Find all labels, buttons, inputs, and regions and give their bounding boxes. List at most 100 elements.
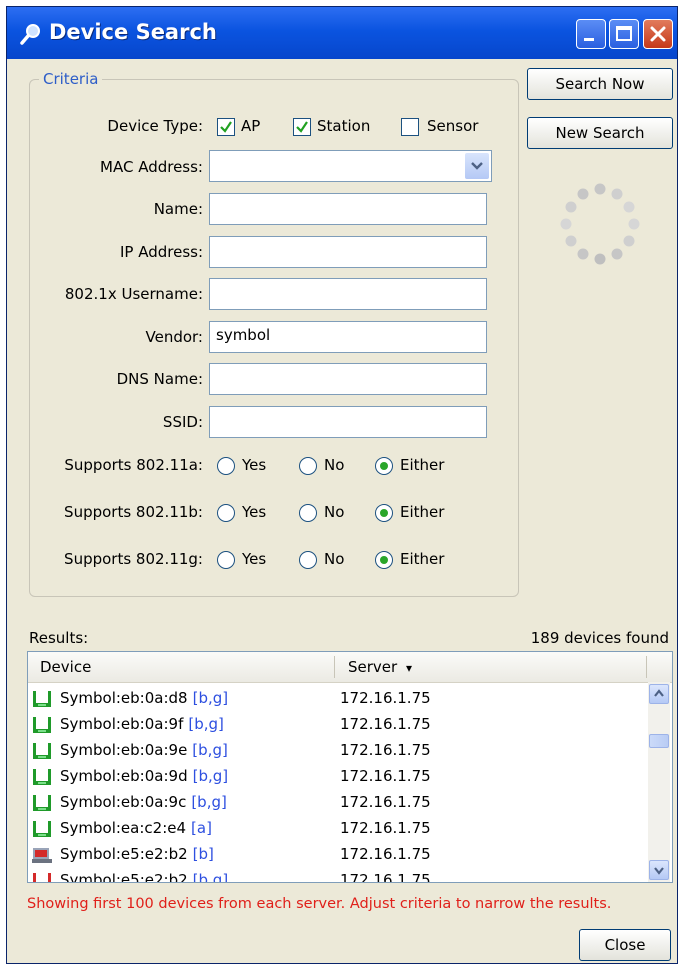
column-divider: [646, 656, 647, 678]
scroll-up-button[interactable]: [649, 684, 669, 704]
server-cell: 172.16.1.75: [340, 741, 431, 759]
sensor-checkbox-label: Sensor: [427, 117, 479, 135]
device-protocol-tag: [b,g]: [192, 689, 229, 707]
80211g-either-label: Either: [400, 550, 445, 568]
80211g-yes-label: Yes: [242, 550, 267, 568]
device-cell: Symbol:e5:e2:b2 [b,g]: [60, 871, 229, 883]
busy-spinner-icon: [560, 183, 640, 265]
80211b-no-radio[interactable]: [299, 504, 317, 522]
minimize-icon: [584, 38, 594, 41]
sort-descending-icon: ▾: [405, 661, 413, 675]
results-vertical-scrollbar[interactable]: [648, 682, 670, 882]
column-header-server[interactable]: Server ▾: [348, 658, 412, 676]
maximize-button[interactable]: [609, 19, 639, 49]
server-cell: 172.16.1.75: [340, 767, 431, 785]
80211a-either-radio[interactable]: [375, 457, 393, 475]
80211g-yes-radio[interactable]: [217, 551, 235, 569]
device-cell: Symbol:ea:c2:e4 [a]: [60, 819, 212, 837]
vendor-input[interactable]: symbol: [209, 321, 487, 353]
80211b-no-label: No: [324, 503, 345, 521]
table-row[interactable]: Symbol:e5:e2:b2 [b,g] 172.16.1.75: [28, 868, 646, 883]
station-checkbox-label: Station: [317, 117, 371, 135]
table-row[interactable]: Symbol:eb:0a:9f [b,g] 172.16.1.75: [28, 712, 646, 738]
green-ap-icon: [32, 793, 52, 813]
device-cell: Symbol:eb:0a:9f [b,g]: [60, 715, 224, 733]
ip-address-label: IP Address:: [119, 243, 203, 261]
minimize-button[interactable]: [576, 19, 606, 49]
ip-address-input[interactable]: [209, 236, 487, 268]
device-name: Symbol:eb:0a:d8: [60, 689, 188, 707]
table-row[interactable]: Symbol:eb:0a:9d [b,g] 172.16.1.75: [28, 764, 646, 790]
magnifier-icon: [20, 24, 40, 45]
80211g-either-radio[interactable]: [375, 551, 393, 569]
mac-address-combo[interactable]: [209, 150, 492, 182]
scroll-thumb[interactable]: [649, 734, 669, 748]
table-row[interactable]: Symbol:ea:c2:e4 [a] 172.16.1.75: [28, 816, 646, 842]
device-name: Symbol:eb:0a:9e: [60, 741, 188, 759]
green-ap-icon: [32, 819, 52, 839]
80211b-yes-label: Yes: [242, 503, 267, 521]
ssid-label: SSID:: [162, 413, 203, 431]
80211a-yes-label: Yes: [242, 456, 267, 474]
supports-80211b-label: Supports 802.11b:: [64, 503, 203, 521]
device-protocol-tag: [b,g]: [188, 715, 224, 733]
table-row[interactable]: Symbol:eb:0a:9e [b,g] 172.16.1.75: [28, 738, 646, 764]
dns-name-label: DNS Name:: [116, 370, 203, 388]
80211a-no-radio[interactable]: [299, 457, 317, 475]
window-title: Device Search: [49, 20, 217, 44]
results-table[interactable]: Device Server ▾ Symbol:eb:0a:d8 [b,g] 172.…: [27, 651, 673, 883]
column-header-server-label: Server: [348, 658, 398, 676]
server-cell: 172.16.1.75: [340, 689, 431, 707]
80211b-either-radio[interactable]: [375, 504, 393, 522]
device-type-label: Device Type:: [107, 117, 203, 135]
server-cell: 172.16.1.75: [340, 715, 431, 733]
close-window-button[interactable]: [643, 19, 673, 49]
devices-found-count: 189 devices found: [530, 629, 669, 647]
ap-checkbox-label: AP: [241, 117, 261, 135]
name-input[interactable]: [209, 193, 487, 225]
80211g-no-radio[interactable]: [299, 551, 317, 569]
80211b-either-label: Either: [400, 503, 445, 521]
device-name: Symbol:e5:e2:b2: [60, 845, 188, 863]
title-bar[interactable]: Device Search: [7, 7, 677, 59]
device-protocol-tag: [a]: [191, 819, 212, 837]
dns-name-input[interactable]: [209, 363, 487, 395]
results-label: Results:: [29, 629, 89, 647]
server-cell: 172.16.1.75: [340, 871, 431, 883]
device-protocol-tag: [b,g]: [192, 871, 229, 883]
device-protocol-tag: [b]: [192, 845, 214, 863]
table-row[interactable]: Symbol:eb:0a:d8 [b,g] 172.16.1.75: [28, 686, 646, 712]
ssid-input[interactable]: [209, 406, 487, 438]
green-ap-icon: [32, 767, 52, 787]
80211a-yes-radio[interactable]: [217, 457, 235, 475]
80211b-yes-radio[interactable]: [217, 504, 235, 522]
table-row[interactable]: Symbol:eb:0a:9c [b,g] 172.16.1.75: [28, 790, 646, 816]
device-cell: Symbol:eb:0a:9c [b,g]: [60, 793, 227, 811]
username-input[interactable]: [209, 278, 487, 310]
sensor-checkbox[interactable]: [401, 118, 419, 136]
criteria-legend: Criteria: [39, 70, 103, 88]
scroll-down-button[interactable]: [649, 860, 669, 880]
column-divider[interactable]: [334, 656, 335, 678]
chevron-down-icon: [654, 867, 664, 875]
username-label: 802.1x Username:: [64, 285, 203, 303]
device-cell: Symbol:eb:0a:9e [b,g]: [60, 741, 228, 759]
vendor-label: Vendor:: [145, 328, 204, 346]
column-header-device[interactable]: Device: [40, 658, 91, 676]
mac-address-dropdown-button[interactable]: [465, 153, 489, 179]
close-icon: [650, 26, 666, 42]
search-now-button[interactable]: Search Now: [527, 68, 673, 100]
name-label: Name:: [153, 200, 203, 218]
ap-checkbox[interactable]: [217, 118, 235, 136]
green-ap-icon: [32, 715, 52, 735]
table-row[interactable]: Symbol:e5:e2:b2 [b] 172.16.1.75: [28, 842, 646, 868]
device-protocol-tag: [b,g]: [192, 767, 229, 785]
maximize-icon: [616, 26, 632, 41]
device-name: Symbol:eb:0a:9f: [60, 715, 184, 733]
new-search-button[interactable]: New Search: [527, 117, 673, 149]
close-button[interactable]: Close: [579, 929, 671, 961]
station-checkbox[interactable]: [293, 118, 311, 136]
device-search-window: Device Search Criteria Device Type: AP S…: [6, 6, 678, 964]
green-ap-icon: [32, 689, 52, 709]
80211a-either-label: Either: [400, 456, 445, 474]
